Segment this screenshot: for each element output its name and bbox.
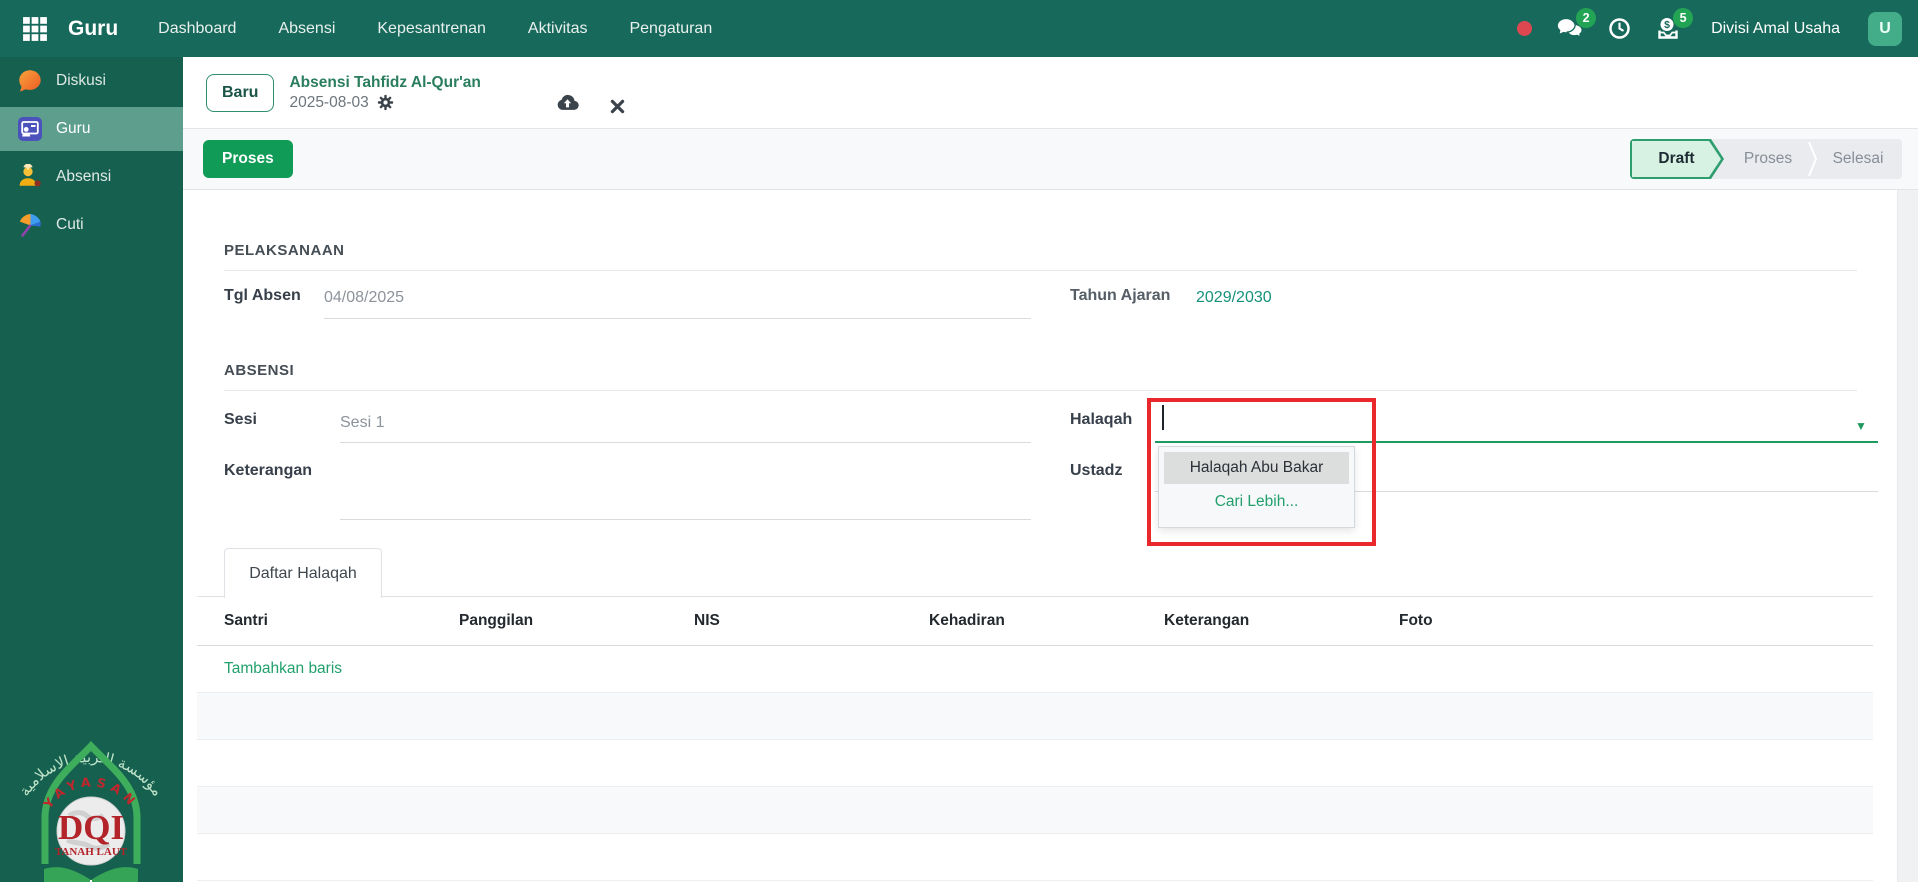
sidebar-item-cuti[interactable]: Cuti — [0, 203, 183, 247]
menu-absensi[interactable]: Absensi — [278, 20, 335, 38]
content-area: PELAKSANAAN Tgl Absen 04/08/2025 Tahun A… — [183, 190, 1918, 882]
add-row-link[interactable]: Tambahkan baris — [197, 646, 1873, 693]
menu-aktivitas[interactable]: Aktivitas — [528, 20, 588, 38]
col-foto: Foto — [1399, 612, 1433, 629]
presence-dot-icon — [1517, 21, 1533, 36]
activities-clock-icon[interactable] — [1608, 17, 1631, 40]
form-sheet: PELAKSANAAN Tgl Absen 04/08/2025 Tahun A… — [183, 190, 1898, 882]
activities-badge: 5 — [1673, 7, 1694, 28]
halaqah-dropdown-menu: Halaqah Abu Bakar Cari Lebih... — [1158, 446, 1355, 528]
tgl-absen-label: Tgl Absen — [224, 287, 301, 304]
leave-umbrella-icon — [17, 212, 43, 238]
empty-table-row — [197, 693, 1873, 740]
breadcrumb: Absensi Tahfidz Al-Qur'an 2025-08-03 — [289, 74, 480, 112]
table-header-row: Santri Panggilan NIS Kehadiran Keteranga… — [197, 597, 1873, 646]
tgl-absen-underline — [324, 318, 1031, 319]
sesi-underline — [340, 442, 1031, 443]
discard-x-icon[interactable] — [609, 98, 626, 115]
menu-kepesantrenan[interactable]: Kepesantrenan — [377, 20, 486, 38]
ustadz-label: Ustadz — [1070, 462, 1123, 479]
breadcrumb-row: Baru Absensi Tahfidz Al-Qur'an 2025-08-0… — [183, 57, 1918, 128]
record-state-badge: Baru — [206, 73, 275, 112]
sidebar: Diskusi Guru Absensi Cuti مؤسسة التربية … — [0, 57, 183, 882]
stage-selesai[interactable]: Selesai — [1814, 139, 1902, 179]
top-menu: Dashboard Absensi Kepesantrenan Aktivita… — [158, 20, 712, 38]
gear-icon[interactable] — [377, 94, 394, 111]
col-keterangan: Keterangan — [1164, 612, 1250, 629]
caret-down-icon[interactable]: ▼ — [1855, 420, 1867, 432]
menu-dashboard[interactable]: Dashboard — [158, 20, 236, 38]
empty-table-row — [197, 787, 1873, 834]
menu-pengaturan[interactable]: Pengaturan — [629, 20, 712, 38]
keterangan-underline — [340, 519, 1031, 520]
keterangan-label: Keterangan — [224, 462, 313, 479]
messages-badge: 2 — [1576, 8, 1597, 28]
stage-proses[interactable]: Proses — [1724, 139, 1812, 179]
svg-text:مؤسسة التربية الاسلامية: مؤسسة التربية الاسلامية — [15, 748, 166, 800]
record-name: 2025-08-03 — [289, 93, 369, 111]
svg-text:TANAH LAUT: TANAH LAUT — [55, 846, 128, 858]
foundation-logo: مؤسسة التربية الاسلامية YAYASAN DQI TANA… — [15, 740, 167, 882]
empty-table-row — [197, 740, 1873, 787]
sidebar-item-label: Absensi — [56, 168, 112, 185]
app-title[interactable]: Guru — [68, 17, 118, 41]
top-navbar: Guru Dashboard Absensi Kepesantrenan Akt… — [0, 0, 1918, 57]
stage-statusbar: Draft Proses Selesai — [1630, 139, 1902, 179]
messages-icon[interactable]: 2 — [1556, 8, 1597, 41]
cash-tray-icon[interactable]: $ 5 — [1655, 7, 1694, 42]
logo-acronym: DQI — [58, 808, 124, 847]
halaqah-label: Halaqah — [1070, 411, 1133, 428]
page-title: Absensi Tahfidz Al-Qur'an — [289, 73, 481, 91]
tgl-absen-input[interactable]: 04/08/2025 — [324, 289, 404, 307]
stage-draft[interactable]: Draft — [1630, 139, 1724, 179]
dropdown-option-search-more[interactable]: Cari Lebih... — [1159, 484, 1354, 520]
sidebar-item-guru[interactable]: Guru — [0, 107, 183, 151]
col-nis: NIS — [694, 612, 720, 629]
sesi-label: Sesi — [224, 411, 257, 428]
tahun-ajaran-value[interactable]: 2029/2030 — [1196, 289, 1272, 307]
dropdown-option-halaqah-abu-bakar[interactable]: Halaqah Abu Bakar — [1164, 452, 1349, 484]
cloud-save-icon[interactable] — [556, 92, 579, 115]
chat-bubble-icon — [17, 68, 43, 94]
sesi-input[interactable]: Sesi 1 — [340, 414, 384, 432]
person-attendance-icon — [17, 164, 43, 190]
sidebar-item-label: Cuti — [56, 216, 84, 233]
empty-table-row — [197, 834, 1873, 881]
form-statusbar-row: Proses Draft Proses Selesai — [183, 128, 1918, 190]
section-absensi-title: ABSENSI — [224, 362, 1857, 391]
presentation-icon — [17, 116, 43, 142]
sidebar-item-label: Guru — [56, 120, 91, 137]
systray: 2 $ 5 Divisi Amal Usaha U — [1517, 7, 1902, 46]
sidebar-item-diskusi[interactable]: Diskusi — [0, 59, 183, 103]
tahun-ajaran-label: Tahun Ajaran — [1070, 287, 1171, 304]
halaqah-text-cursor — [1162, 405, 1164, 430]
tab-daftar-halaqah[interactable]: Daftar Halaqah — [224, 548, 382, 598]
avatar[interactable]: U — [1868, 11, 1902, 46]
proses-button[interactable]: Proses — [203, 140, 293, 178]
sidebar-item-label: Diskusi — [56, 72, 106, 89]
col-panggilan: Panggilan — [459, 612, 534, 629]
halaqah-underline — [1155, 441, 1878, 443]
svg-text:$: $ — [1664, 19, 1670, 31]
halaqah-list-table: Santri Panggilan NIS Kehadiran Keteranga… — [197, 597, 1873, 881]
apps-grid-icon[interactable] — [22, 16, 48, 42]
col-santri: Santri — [224, 612, 268, 629]
sidebar-item-absensi[interactable]: Absensi — [0, 155, 183, 199]
col-kehadiran: Kehadiran — [929, 612, 1005, 629]
section-pelaksanaan-title: PELAKSANAAN — [224, 242, 1857, 271]
user-company-menu[interactable]: Divisi Amal Usaha — [1711, 20, 1840, 38]
